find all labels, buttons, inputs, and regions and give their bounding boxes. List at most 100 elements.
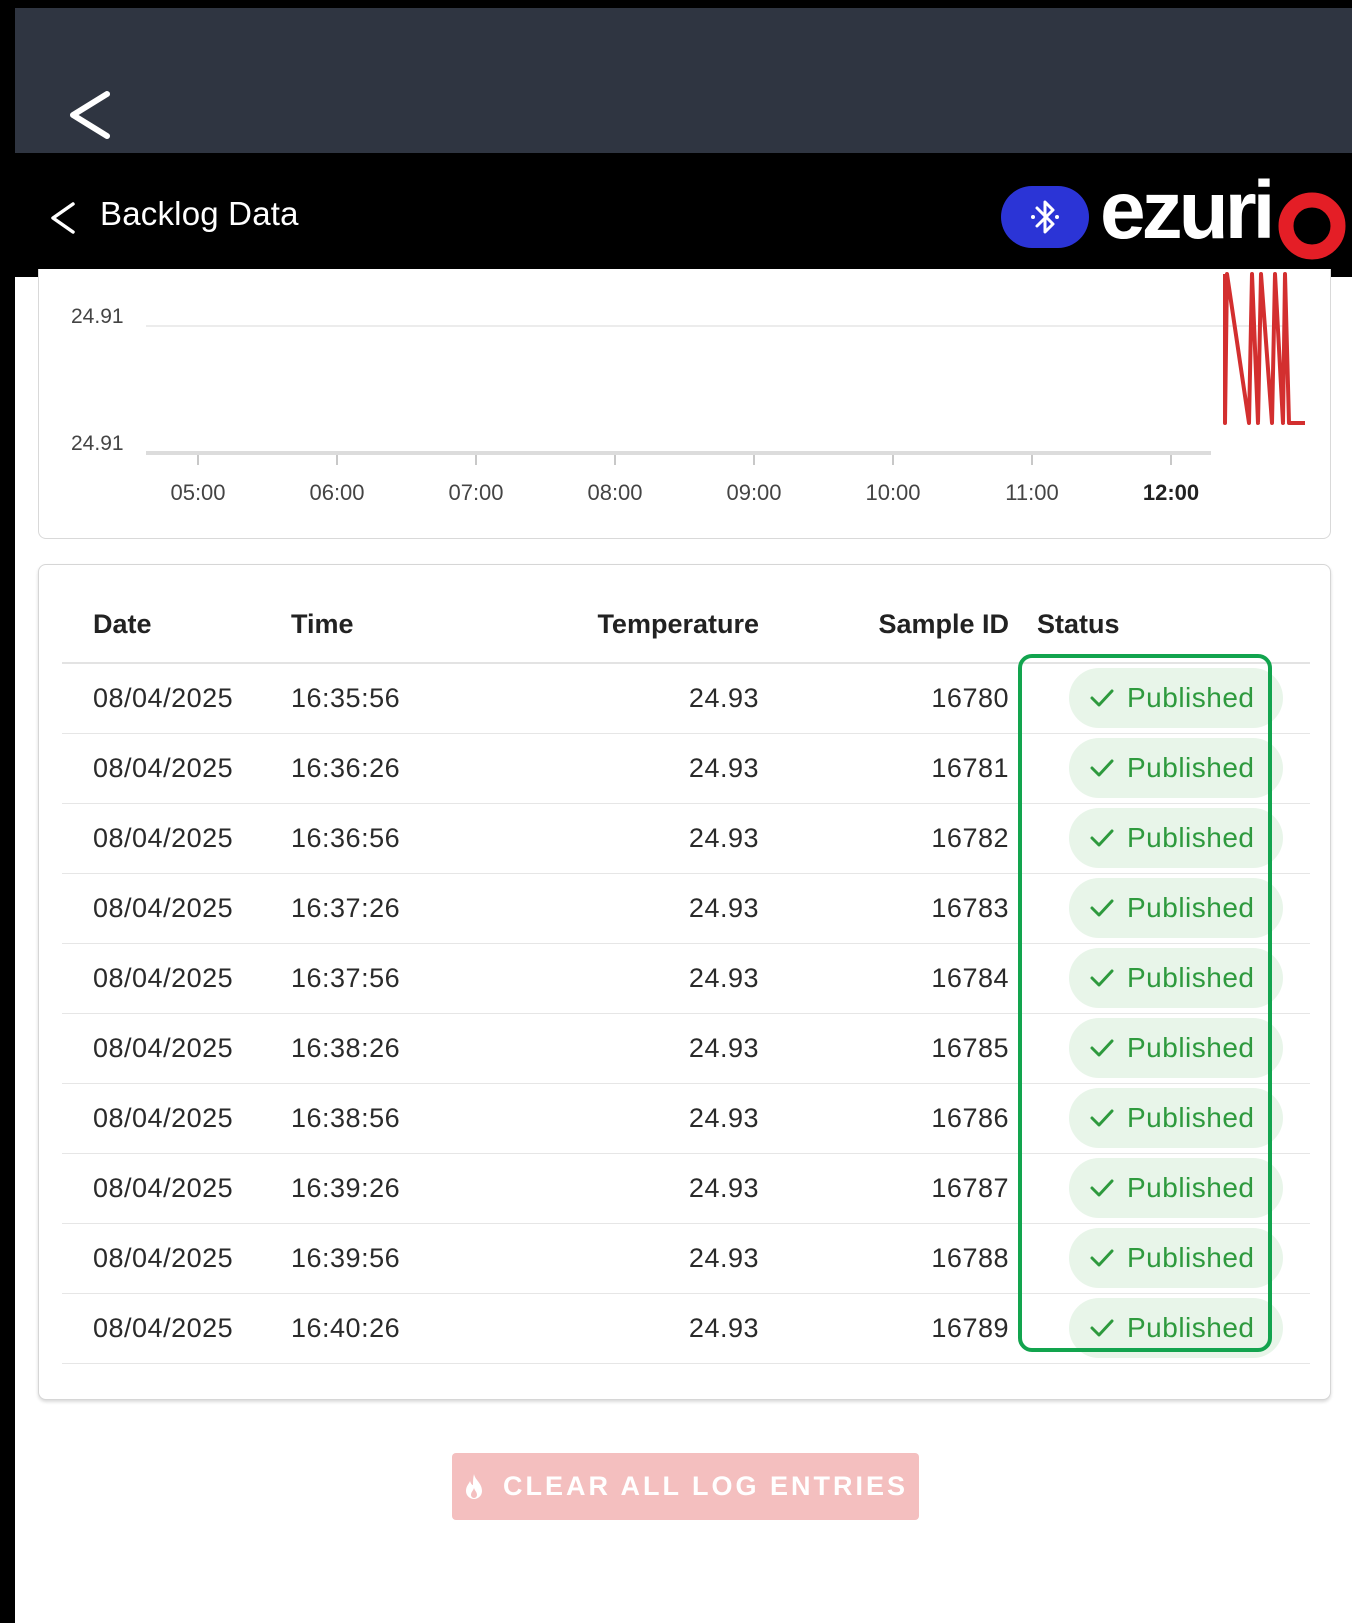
check-icon — [1090, 1249, 1114, 1267]
status-label: Published — [1127, 1312, 1255, 1343]
cell-sample-id: 16788 — [769, 1223, 1019, 1294]
cell-time: 16:39:56 — [291, 1223, 519, 1294]
x-tick-label: 06:00 — [309, 480, 364, 505]
backlog-table: Date Time Temperature Sample ID Status 0… — [62, 577, 1310, 1364]
table-row: 08/04/2025 16:38:26 24.93 16785 Published — [62, 1013, 1310, 1084]
published-status-badge: Published — [1069, 878, 1283, 938]
cell-status: Published — [1019, 663, 1310, 734]
cell-sample-id: 16785 — [769, 1013, 1019, 1084]
column-header-temperature: Temperature — [519, 577, 769, 664]
cell-status: Published — [1019, 1293, 1310, 1364]
os-back-icon[interactable] — [63, 80, 123, 150]
check-icon — [1090, 1319, 1114, 1337]
status-label: Published — [1127, 682, 1255, 714]
temperature-chart: 24.91 24.91 05:00 06:00 07:00 08:00 09:00 10:00… — [71, 272, 1305, 505]
x-tick-label: 09:00 — [726, 480, 781, 505]
column-header-time: Time — [291, 577, 519, 664]
published-status-badge: Published — [1069, 1298, 1283, 1358]
published-status-badge: Published — [1069, 738, 1283, 798]
column-header-status: Status — [1019, 577, 1310, 664]
table-row: 08/04/2025 16:35:56 24.93 16780 Published — [62, 663, 1310, 734]
cell-date: 08/04/2025 — [62, 1153, 291, 1224]
published-status-badge: Published — [1069, 808, 1283, 868]
check-icon — [1090, 759, 1114, 777]
check-icon — [1090, 899, 1114, 917]
published-status-badge: Published — [1069, 668, 1283, 729]
status-label: Published — [1127, 822, 1255, 853]
cell-temperature: 24.93 — [519, 803, 769, 874]
app-header: Backlog Data ezuri — [15, 153, 1352, 277]
cell-temperature: 24.93 — [519, 733, 769, 804]
backlog-table-card: Date Time Temperature Sample ID Status 0… — [38, 564, 1331, 1400]
published-status-badge: Published — [1069, 1018, 1283, 1078]
cell-status: Published — [1019, 1083, 1310, 1154]
cell-date: 08/04/2025 — [62, 873, 291, 944]
clear-all-log-entries-button[interactable]: CLEAR ALL LOG ENTRIES — [452, 1453, 919, 1520]
cell-time: 16:40:26 — [291, 1293, 519, 1364]
status-label: Published — [1127, 1032, 1255, 1063]
status-label: Published — [1127, 1242, 1255, 1273]
clear-button-label: CLEAR ALL LOG ENTRIES — [502, 1471, 908, 1501]
cell-date: 08/04/2025 — [62, 733, 291, 804]
cell-temperature: 24.93 — [519, 873, 769, 944]
cell-status: Published — [1019, 943, 1310, 1014]
cell-time: 16:35:56 — [291, 663, 519, 734]
cell-sample-id: 16787 — [769, 1153, 1019, 1224]
cell-temperature: 24.93 — [519, 1223, 769, 1294]
cell-status: Published — [1019, 1153, 1310, 1224]
temperature-chart-card: 24.91 24.91 05:00 06:00 07:00 08:00 09:00 10:00… — [38, 269, 1331, 539]
y-tick-label: 24.91 — [71, 305, 124, 328]
cell-temperature: 24.93 — [519, 663, 769, 734]
cell-sample-id: 16786 — [769, 1083, 1019, 1154]
cell-sample-id: 16784 — [769, 943, 1019, 1014]
check-icon — [1090, 829, 1114, 847]
cell-time: 16:37:56 — [291, 943, 519, 1014]
table-row: 08/04/2025 16:39:26 24.93 16787 Published — [62, 1153, 1310, 1224]
table-row: 08/04/2025 16:36:56 24.93 16782 Published — [62, 803, 1310, 874]
bluetooth-button[interactable] — [1001, 186, 1089, 248]
published-status-badge: Published — [1069, 948, 1283, 1008]
table-header-row: Date Time Temperature Sample ID Status — [62, 577, 1310, 664]
temperature-series-line — [1223, 272, 1305, 425]
flame-icon — [465, 1473, 482, 1499]
cell-sample-id: 16789 — [769, 1293, 1019, 1364]
cell-time: 16:37:26 — [291, 873, 519, 944]
cell-date: 08/04/2025 — [62, 1013, 291, 1084]
table-row: 08/04/2025 16:37:26 24.93 16783 Published — [62, 873, 1310, 944]
back-chevron-icon[interactable] — [45, 198, 85, 238]
table-row: 08/04/2025 16:39:56 24.93 16788 Published — [62, 1223, 1310, 1294]
y-tick-label: 24.91 — [71, 432, 124, 455]
x-tick-label: 11:00 — [1005, 480, 1058, 505]
cell-sample-id: 16783 — [769, 873, 1019, 944]
table-row: 08/04/2025 16:37:56 24.93 16784 Published — [62, 943, 1310, 1014]
status-label: Published — [1127, 1172, 1255, 1203]
published-status-badge: Published — [1069, 1088, 1283, 1148]
cell-date: 08/04/2025 — [62, 663, 291, 734]
x-tick-label: 12:00 — [1143, 480, 1199, 505]
cell-status: Published — [1019, 1013, 1310, 1084]
cell-date: 08/04/2025 — [62, 1223, 291, 1294]
table-row: 08/04/2025 16:40:26 24.93 16789 Published — [62, 1293, 1310, 1364]
status-label: Published — [1127, 892, 1255, 923]
cell-time: 16:39:26 — [291, 1153, 519, 1224]
cell-status: Published — [1019, 803, 1310, 874]
svg-text:ezuri: ezuri — [1100, 168, 1271, 256]
cell-date: 08/04/2025 — [62, 803, 291, 874]
status-label: Published — [1127, 962, 1255, 993]
page-title: Backlog Data — [100, 195, 299, 232]
cell-status: Published — [1019, 873, 1310, 944]
cell-status: Published — [1019, 733, 1310, 804]
check-icon — [1090, 689, 1114, 707]
status-label: Published — [1127, 752, 1255, 783]
system-status-bar — [15, 8, 1352, 153]
x-tick-label: 07:00 — [448, 480, 503, 505]
column-header-date: Date — [62, 577, 291, 664]
cell-time: 16:36:56 — [291, 803, 519, 874]
cell-temperature: 24.93 — [519, 1153, 769, 1224]
cell-time: 16:36:26 — [291, 733, 519, 804]
cell-sample-id: 16780 — [769, 663, 1019, 734]
x-tick-label: 05:00 — [170, 480, 225, 505]
table-row: 08/04/2025 16:36:26 24.93 16781 Published — [62, 733, 1310, 804]
cell-date: 08/04/2025 — [62, 1293, 291, 1364]
check-icon — [1090, 1179, 1114, 1197]
